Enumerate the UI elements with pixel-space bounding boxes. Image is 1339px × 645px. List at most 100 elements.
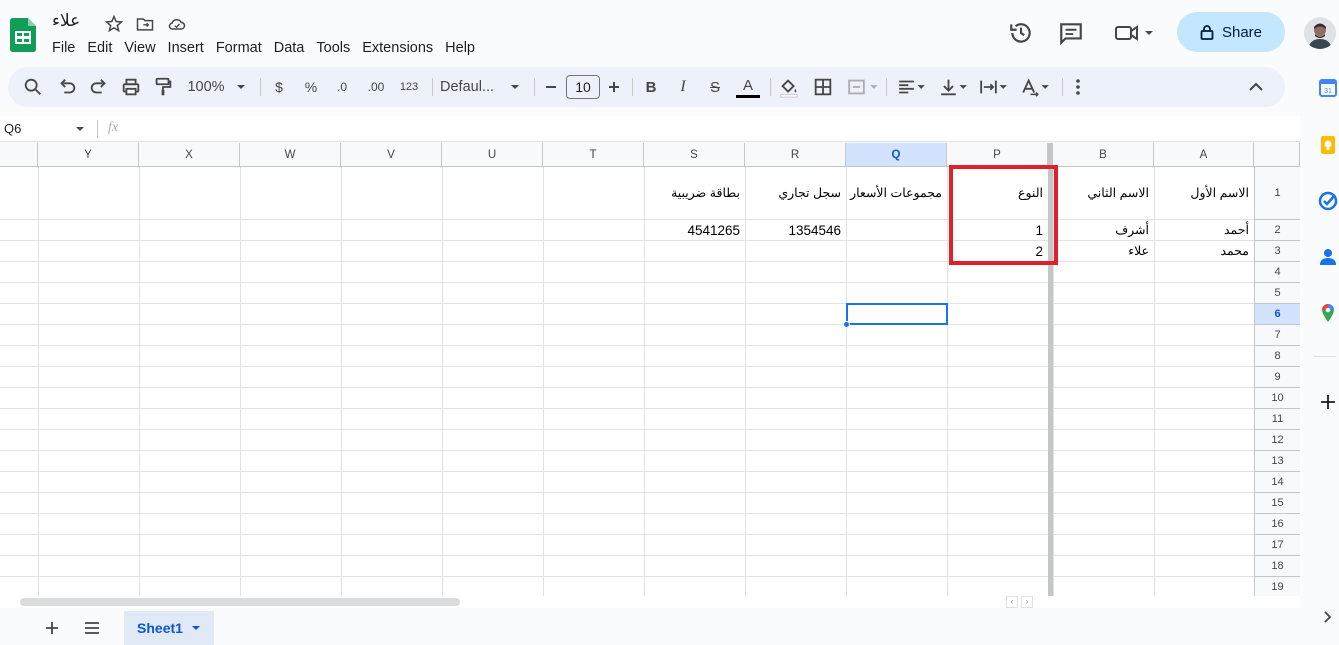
cell-r2[interactable]: 1354546: [745, 220, 845, 241]
row-header-16[interactable]: 16: [1254, 514, 1300, 535]
fill-handle[interactable]: [843, 321, 850, 328]
menu-format[interactable]: Format: [216, 40, 262, 56]
name-box-dropdown-icon[interactable]: [74, 124, 86, 134]
formula-input[interactable]: [130, 118, 1290, 140]
borders-icon[interactable]: [812, 76, 834, 98]
column-header-p[interactable]: P: [947, 143, 1048, 167]
row-header-15[interactable]: 15: [1254, 493, 1300, 514]
column-header-t[interactable]: T: [543, 143, 644, 167]
font-select[interactable]: Defaul...: [440, 76, 506, 98]
star-icon[interactable]: [104, 14, 124, 34]
row-header-4[interactable]: 4: [1254, 262, 1300, 283]
menu-edit[interactable]: Edit: [87, 40, 112, 56]
row-header-7[interactable]: 7: [1254, 325, 1300, 346]
horizontal-scrollbar[interactable]: ‹ ›: [0, 596, 1300, 608]
row-header-2[interactable]: 2: [1254, 220, 1300, 241]
more-formats-button[interactable]: 123: [396, 76, 422, 98]
cell-b1[interactable]: الاسم الثاني: [1053, 167, 1153, 220]
row-header-12[interactable]: 12: [1254, 430, 1300, 451]
expand-panel-icon[interactable]: [1318, 607, 1338, 627]
row-header-5[interactable]: 5: [1254, 283, 1300, 304]
document-title[interactable]: علاء: [52, 11, 80, 31]
column-header-q[interactable]: Q: [846, 143, 947, 167]
scroll-left-icon[interactable]: ‹: [1006, 596, 1018, 608]
decrease-font-size-icon[interactable]: [543, 76, 559, 98]
horizontal-align-icon[interactable]: [894, 76, 930, 98]
bold-button[interactable]: B: [642, 76, 660, 98]
column-header-w[interactable]: W: [240, 143, 341, 167]
sheets-logo-icon[interactable]: [10, 18, 36, 52]
strikethrough-button[interactable]: S: [706, 76, 724, 98]
merge-cells-icon[interactable]: [844, 76, 880, 98]
collapse-menus-icon[interactable]: [1246, 76, 1266, 98]
column-header-u[interactable]: U: [442, 143, 543, 167]
menu-insert[interactable]: Insert: [168, 40, 204, 56]
fill-color-icon[interactable]: [778, 76, 800, 98]
move-folder-icon[interactable]: [135, 14, 155, 34]
text-color-button[interactable]: A: [736, 76, 760, 98]
maps-icon[interactable]: [1318, 303, 1338, 323]
decrease-decimal-button[interactable]: .0: [330, 76, 354, 98]
select-all-corner[interactable]: [1254, 143, 1300, 167]
undo-icon[interactable]: [56, 76, 78, 98]
row-header-17[interactable]: 17: [1254, 535, 1300, 556]
italic-button[interactable]: I: [674, 76, 692, 98]
row-header-8[interactable]: 8: [1254, 346, 1300, 367]
zoom-dropdown-icon[interactable]: [234, 76, 248, 98]
meet-camera-icon[interactable]: [1113, 20, 1157, 46]
cell-a3[interactable]: محمد: [1154, 241, 1253, 262]
cell-b3[interactable]: علاء: [1053, 241, 1153, 262]
all-sheets-icon[interactable]: [83, 620, 101, 636]
increase-font-size-icon[interactable]: [606, 76, 622, 98]
cell-b2[interactable]: أشرف: [1053, 220, 1153, 241]
comments-icon[interactable]: [1058, 20, 1084, 46]
version-history-icon[interactable]: [1008, 20, 1034, 46]
more-options-icon[interactable]: [1070, 76, 1086, 98]
share-button[interactable]: Share: [1177, 12, 1285, 52]
row-header-10[interactable]: 10: [1254, 388, 1300, 409]
calendar-icon[interactable]: 31: [1318, 78, 1338, 98]
row-header-18[interactable]: 18: [1254, 556, 1300, 577]
cell-s1[interactable]: بطاقة ضريبية: [644, 167, 744, 220]
row-header-11[interactable]: 11: [1254, 409, 1300, 430]
increase-decimal-button[interactable]: .00: [362, 76, 390, 98]
menu-tools[interactable]: Tools: [316, 40, 350, 56]
text-wrapping-icon[interactable]: [976, 76, 1012, 98]
add-addon-icon[interactable]: [1318, 392, 1338, 412]
zoom-select[interactable]: 100%: [184, 76, 228, 98]
font-size-input[interactable]: 10: [566, 75, 600, 99]
row-header-6[interactable]: 6: [1254, 304, 1300, 325]
percent-format-button[interactable]: %: [302, 76, 320, 98]
redo-icon[interactable]: [88, 76, 110, 98]
column-header-v[interactable]: V: [341, 143, 442, 167]
font-dropdown-icon[interactable]: [508, 76, 522, 98]
column-header-s[interactable]: S: [644, 143, 745, 167]
sheet-tab-sheet1[interactable]: Sheet1: [124, 611, 214, 645]
cell-s2[interactable]: 4541265: [644, 220, 744, 241]
paint-format-icon[interactable]: [152, 76, 174, 98]
cell-a2[interactable]: أحمد: [1154, 220, 1253, 241]
contacts-icon[interactable]: [1318, 247, 1338, 267]
column-header-y[interactable]: Y: [38, 143, 139, 167]
keep-icon[interactable]: [1318, 135, 1338, 155]
column-header-a[interactable]: A: [1154, 143, 1254, 167]
menu-help[interactable]: Help: [445, 40, 475, 56]
row-header-3[interactable]: 3: [1254, 241, 1300, 262]
row-header-14[interactable]: 14: [1254, 472, 1300, 493]
currency-format-button[interactable]: $: [270, 76, 288, 98]
add-sheet-icon[interactable]: [44, 620, 60, 636]
tasks-icon[interactable]: [1318, 191, 1338, 211]
vertical-align-icon[interactable]: [936, 76, 972, 98]
cell-r1[interactable]: سجل تجاري: [745, 167, 845, 220]
scrollbar-thumb[interactable]: [20, 598, 460, 606]
selected-cell-q6[interactable]: [846, 303, 948, 325]
spreadsheet-grid[interactable]: Y X W V U T S R Q P B A 1 2 3 4 5 6 7 8 9 10 11 12 13 14 15 16 17 18 1…: [0, 143, 1300, 596]
sheet-tab-dropdown-icon[interactable]: [191, 624, 201, 632]
menu-file[interactable]: File: [52, 40, 75, 56]
cell-a1[interactable]: الاسم الأول: [1154, 167, 1253, 220]
column-header-x[interactable]: X: [139, 143, 240, 167]
column-header-r[interactable]: R: [745, 143, 846, 167]
text-rotation-icon[interactable]: [1018, 76, 1054, 98]
row-header-13[interactable]: 13: [1254, 451, 1300, 472]
row-header-9[interactable]: 9: [1254, 367, 1300, 388]
